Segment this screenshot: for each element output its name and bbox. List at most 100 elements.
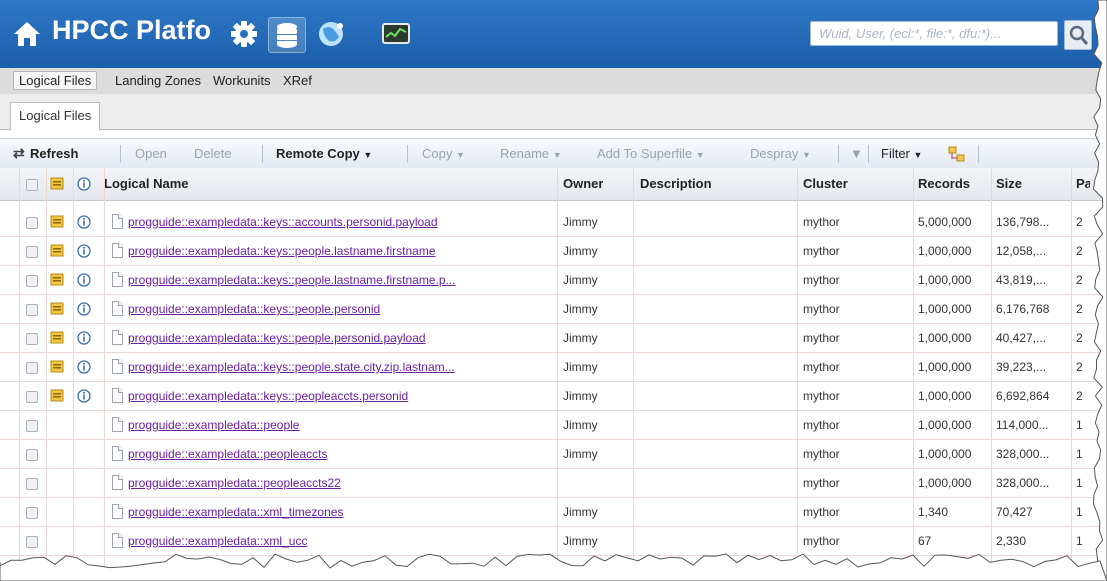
records-cell: 1,000,000 <box>918 331 972 345</box>
row-checkbox[interactable] <box>26 420 38 432</box>
column-header-parts[interactable]: Pa <box>1076 168 1090 200</box>
logical-name-link[interactable]: progguide::exampledata::keys::people.per… <box>128 324 553 353</box>
table-row[interactable]: progguide::exampledata::keys::people.las… <box>0 266 1107 295</box>
parts-cell: 2 <box>1076 360 1083 374</box>
chevron-down-icon: ▼ <box>695 150 705 160</box>
filter-dropdown[interactable]: Filter ▼ <box>881 146 922 161</box>
row-checkbox[interactable] <box>26 478 38 490</box>
table-row[interactable]: progguide::exampledata::keys::people.sta… <box>0 353 1107 382</box>
records-cell: 5,000,000 <box>918 215 972 229</box>
logical-name-link[interactable]: progguide::exampledata::keys::people.per… <box>128 295 553 324</box>
info-icon[interactable] <box>77 273 91 287</box>
column-header-logical-name[interactable]: Logical Name <box>104 168 189 200</box>
chevron-down-icon: ▼ <box>363 150 373 160</box>
table-row[interactable]: progguide::exampledata::keys::people.per… <box>0 324 1107 353</box>
copy-dropdown[interactable]: Copy ▼ <box>422 146 465 161</box>
table-row[interactable]: progguide::exampledata::people Jimmy mytho… <box>0 411 1107 440</box>
row-checkbox[interactable] <box>26 217 38 229</box>
description-cell <box>640 469 790 498</box>
parts-cell: 2 <box>1076 302 1083 316</box>
menu-workunits[interactable]: Workunits <box>208 72 276 89</box>
protected-icon <box>50 273 64 286</box>
row-checkbox[interactable] <box>26 333 38 345</box>
table-row[interactable]: progguide::exampledata::keys::peopleacct… <box>0 382 1107 411</box>
logical-name-link[interactable]: progguide::exampledata::keys::peopleacct… <box>128 382 553 411</box>
column-header-owner[interactable]: Owner <box>563 168 603 200</box>
owner-cell <box>563 469 629 498</box>
cluster-cell: mythor <box>803 331 840 345</box>
info-icon[interactable] <box>77 302 91 316</box>
cluster-cell: mythor <box>803 215 840 229</box>
despray-dropdown[interactable]: Despray ▼ <box>750 146 811 161</box>
table-row[interactable]: progguide::exampledata::keys::accounts.p… <box>0 208 1107 237</box>
table-row[interactable]: progguide::exampledata::peopleaccts22 myt… <box>0 469 1107 498</box>
row-checkbox[interactable] <box>26 536 38 548</box>
delete-button[interactable]: Delete <box>194 146 232 161</box>
tree-view-icon[interactable] <box>947 144 967 164</box>
add-to-superfile-dropdown[interactable]: Add To Superfile ▼ <box>597 146 705 161</box>
records-cell: 1,340 <box>918 505 949 519</box>
table-row[interactable]: progguide::exampledata::keys::people.las… <box>0 237 1107 266</box>
column-header-description[interactable]: Description <box>640 168 712 200</box>
logical-name-link[interactable]: progguide::exampledata::peopleaccts22 <box>128 469 553 498</box>
search-button[interactable] <box>1064 20 1092 50</box>
column-header-size[interactable]: Size <box>996 168 1022 200</box>
cluster-cell: mythor <box>803 273 840 287</box>
logical-name-link[interactable]: progguide::exampledata::keys::accounts.p… <box>128 208 553 237</box>
row-checkbox[interactable] <box>26 449 38 461</box>
info-icon[interactable] <box>77 331 91 345</box>
open-button[interactable]: Open <box>135 146 167 161</box>
logical-name-link[interactable]: progguide::exampledata::keys::people.sta… <box>128 353 553 382</box>
tab-logical-files[interactable]: Logical Files <box>10 102 101 131</box>
globe-icon[interactable] <box>313 17 349 51</box>
menu-landing-zones[interactable]: Landing Zones <box>110 72 206 89</box>
menu-logical-files[interactable]: Logical Files <box>13 71 98 90</box>
protected-icon <box>50 360 64 373</box>
file-icon <box>112 214 123 229</box>
cluster-cell: mythor <box>803 476 840 490</box>
info-icon[interactable] <box>77 389 91 403</box>
top-bar: HPCC Platfo <box>0 0 1107 68</box>
home-icon[interactable] <box>12 20 42 48</box>
logical-name-link[interactable]: progguide::exampledata::xml_timezones <box>128 498 553 527</box>
torn-edge-right <box>1092 0 1107 581</box>
cluster-cell: mythor <box>803 389 840 403</box>
remote-copy-dropdown[interactable]: Remote Copy ▼ <box>276 146 372 161</box>
gear-icon[interactable] <box>226 17 262 51</box>
logical-files-grid: Logical Name Owner Description Cluster R… <box>0 168 1107 581</box>
table-row[interactable]: progguide::exampledata::peopleaccts Jimmy… <box>0 440 1107 469</box>
logical-name-link[interactable]: progguide::exampledata::keys::people.las… <box>128 266 553 295</box>
row-checkbox[interactable] <box>26 391 38 403</box>
column-header-cluster[interactable]: Cluster <box>803 168 848 200</box>
size-cell: 39,223,... <box>996 360 1047 374</box>
files-tab-button[interactable] <box>268 17 306 53</box>
info-icon[interactable] <box>77 244 91 258</box>
search-input[interactable] <box>810 21 1058 46</box>
row-checkbox[interactable] <box>26 507 38 519</box>
chevron-down-icon: ▼ <box>455 150 465 160</box>
select-all-checkbox[interactable] <box>26 179 38 191</box>
records-cell: 1,000,000 <box>918 418 972 432</box>
table-row[interactable]: progguide::exampledata::xml_timezones Jim… <box>0 498 1107 527</box>
file-icon <box>112 359 123 374</box>
row-checkbox[interactable] <box>26 246 38 258</box>
database-icon <box>277 23 297 48</box>
row-checkbox[interactable] <box>26 362 38 374</box>
file-icon <box>112 504 123 519</box>
logical-name-link[interactable]: progguide::exampledata::people <box>128 411 553 440</box>
records-cell: 1,000,000 <box>918 360 972 374</box>
menu-xref[interactable]: XRef <box>278 72 317 89</box>
file-icon <box>112 417 123 432</box>
monitor-chart-icon[interactable] <box>378 17 414 51</box>
table-row[interactable]: progguide::exampledata::keys::people.per… <box>0 295 1107 324</box>
refresh-button[interactable]: ⇄ Refresh <box>13 145 78 161</box>
rename-dropdown[interactable]: Rename ▼ <box>500 146 562 161</box>
main-menu: Logical Files Landing Zones Workunits XR… <box>0 68 1107 95</box>
logical-name-link[interactable]: progguide::exampledata::keys::people.las… <box>128 237 553 266</box>
info-icon[interactable] <box>77 360 91 374</box>
info-icon[interactable] <box>77 215 91 229</box>
row-checkbox[interactable] <box>26 304 38 316</box>
column-header-records[interactable]: Records <box>918 168 970 200</box>
row-checkbox[interactable] <box>26 275 38 287</box>
logical-name-link[interactable]: progguide::exampledata::peopleaccts <box>128 440 553 469</box>
